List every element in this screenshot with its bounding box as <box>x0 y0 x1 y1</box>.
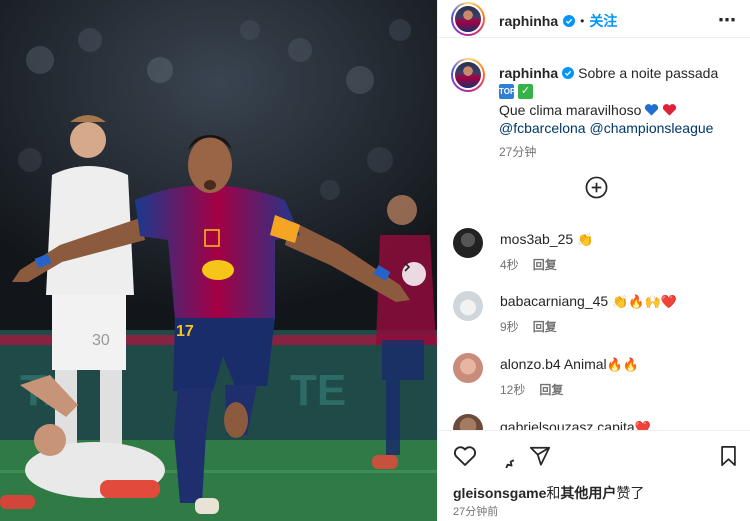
blue-heart-icon <box>645 104 659 116</box>
comment-emojis: 🔥🔥 <box>606 358 640 373</box>
caption-block: raphinha Sobre a noite passada TOP ✓ Que… <box>499 64 744 160</box>
comment-bubble-icon[interactable] <box>491 445 514 468</box>
separator-dot: • <box>580 14 585 28</box>
comment-item: alonzo.b4 Animal🔥🔥 12秒 回复 <box>500 355 639 399</box>
verified-badge-icon <box>562 67 575 79</box>
likes-connector: 和 <box>546 485 561 501</box>
carousel-next-button[interactable] <box>402 262 426 286</box>
comment-avatar[interactable] <box>453 353 483 383</box>
post-action-bar: gleisonsgame和其他用户赞了 27分钟前 <box>438 430 750 521</box>
svg-text:17: 17 <box>176 323 194 340</box>
caption-author-username[interactable]: raphinha <box>499 64 558 82</box>
caption-headline: Sobre a noite passada <box>578 65 719 81</box>
post-side-panel: raphinha • 关注 ⋯ raphinha Sobre a noite p… <box>437 0 750 521</box>
author-username[interactable]: raphinha <box>499 13 558 29</box>
liker-username[interactable]: gleisonsgame <box>453 485 546 501</box>
post-photo[interactable]: TA TE 30 <box>0 0 437 521</box>
likes-others-link[interactable]: 其他用户 <box>560 485 616 501</box>
comment-time: 12秒 <box>500 383 526 397</box>
comment-username[interactable]: alonzo.b4 <box>500 356 561 372</box>
caption-body: Que clima maravilhoso <box>499 102 642 118</box>
follow-button[interactable]: 关注 <box>589 11 617 31</box>
comment-avatar[interactable] <box>453 228 483 258</box>
comment-username[interactable]: mos3ab_25 <box>500 231 573 247</box>
svg-text:TE: TE <box>290 366 346 415</box>
mention-fcbarcelona[interactable]: @fcbarcelona <box>499 120 586 136</box>
posted-time: 27分钟前 <box>453 506 499 518</box>
load-more-comments-icon[interactable] <box>585 176 608 199</box>
svg-text:30: 30 <box>92 332 110 349</box>
football-celebration-image: TA TE 30 <box>0 0 437 521</box>
more-options-icon[interactable]: ⋯ <box>718 10 737 31</box>
save-bookmark-icon[interactable] <box>719 445 738 467</box>
comment-username[interactable]: babacarniang_45 <box>500 293 608 309</box>
top-emoji-icon: TOP <box>499 84 515 99</box>
comment-avatar[interactable] <box>453 291 483 321</box>
comment-emojis: 👏🔥🙌❤️ <box>612 295 677 310</box>
share-send-icon[interactable] <box>529 445 551 467</box>
red-heart-icon <box>663 104 677 116</box>
reply-button[interactable]: 回复 <box>533 258 557 272</box>
author-avatar[interactable] <box>451 2 485 36</box>
reply-button[interactable]: 回复 <box>533 320 557 334</box>
comment-emojis: 👏 <box>577 233 594 248</box>
caption-author-avatar[interactable] <box>451 58 485 92</box>
comment-time: 4秒 <box>500 258 519 272</box>
like-heart-icon[interactable] <box>453 445 477 467</box>
comment-item: babacarniang_45 👏🔥🙌❤️ 9秒 回复 <box>500 292 677 336</box>
chevron-right-icon <box>404 262 411 272</box>
likes-summary: gleisonsgame和其他用户赞了 <box>453 483 644 503</box>
mention-championsleague[interactable]: @championsleague <box>589 120 713 136</box>
likes-suffix: 赞了 <box>616 485 645 501</box>
caption-emoji-line: TOP ✓ <box>499 84 744 99</box>
check-emoji-icon: ✓ <box>518 84 533 99</box>
comment-text: Animal <box>563 356 607 372</box>
reply-button[interactable]: 回复 <box>539 383 563 397</box>
caption-time: 27分钟 <box>499 145 537 159</box>
post-header: raphinha • 关注 ⋯ <box>438 0 750 38</box>
comment-item: mos3ab_25 👏 4秒 回复 <box>500 230 593 274</box>
comment-time: 9秒 <box>500 320 519 334</box>
header-user-line: raphinha • 关注 <box>499 11 617 31</box>
verified-badge-icon <box>563 15 576 27</box>
